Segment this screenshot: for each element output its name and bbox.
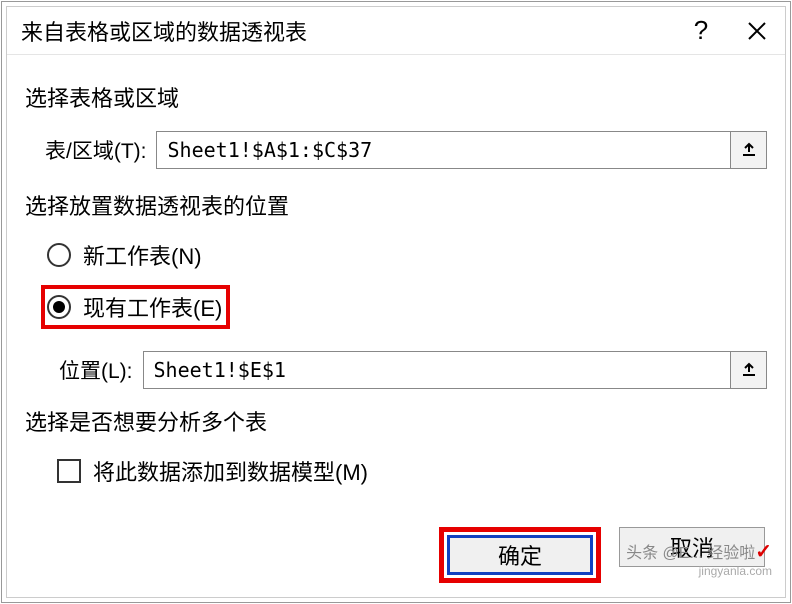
collapse-dialog-icon	[741, 142, 757, 158]
radio-new-worksheet[interactable]: 新工作表(N)	[25, 239, 767, 271]
radio-existing-worksheet-label: 现有工作表(E)	[83, 291, 222, 323]
checkbox-icon	[57, 459, 81, 483]
collapse-dialog-icon	[741, 362, 757, 378]
dialog-title: 来自表格或区域的数据透视表	[21, 15, 673, 47]
section-analyze-label: 选择是否想要分析多个表	[25, 405, 767, 437]
table-range-input[interactable]	[157, 132, 730, 168]
location-row: 位置(L):	[25, 351, 767, 389]
close-button[interactable]	[729, 8, 785, 54]
table-range-label: 表/区域(T):	[45, 135, 146, 165]
location-input[interactable]	[144, 352, 731, 388]
close-icon	[747, 21, 767, 41]
ok-button-highlight: 确定	[439, 527, 601, 583]
section-select-range-label: 选择表格或区域	[25, 81, 767, 113]
dialog-buttons: 确定 取消	[7, 515, 785, 597]
table-range-collapse-button[interactable]	[730, 132, 766, 168]
cancel-button[interactable]: 取消	[619, 527, 765, 567]
section-placement-label: 选择放置数据透视表的位置	[25, 189, 767, 221]
location-input-wrap	[143, 351, 768, 389]
add-to-data-model-row[interactable]: 将此数据添加到数据模型(M)	[25, 455, 767, 487]
add-to-data-model-label: 将此数据添加到数据模型(M)	[93, 455, 368, 487]
location-collapse-button[interactable]	[730, 352, 766, 388]
dialog-content: 选择表格或区域 表/区域(T): 选择放置数据透视表的位置 新工作表(N) 现有…	[7, 55, 785, 515]
radio-icon	[47, 295, 71, 319]
ok-button[interactable]: 确定	[447, 535, 593, 575]
table-range-input-wrap	[156, 131, 767, 169]
pivot-table-dialog: 来自表格或区域的数据透视表 ? 选择表格或区域 表/区域(T): 选择放置数据透…	[6, 6, 786, 598]
radio-existing-worksheet[interactable]: 现有工作表(E)	[41, 285, 230, 329]
location-label: 位置(L):	[59, 355, 133, 385]
radio-new-worksheet-label: 新工作表(N)	[83, 239, 202, 271]
radio-icon	[47, 243, 71, 267]
radio-selected-icon	[53, 301, 65, 313]
table-range-row: 表/区域(T):	[25, 131, 767, 169]
help-button[interactable]: ?	[673, 8, 729, 54]
titlebar: 来自表格或区域的数据透视表 ?	[7, 7, 785, 55]
